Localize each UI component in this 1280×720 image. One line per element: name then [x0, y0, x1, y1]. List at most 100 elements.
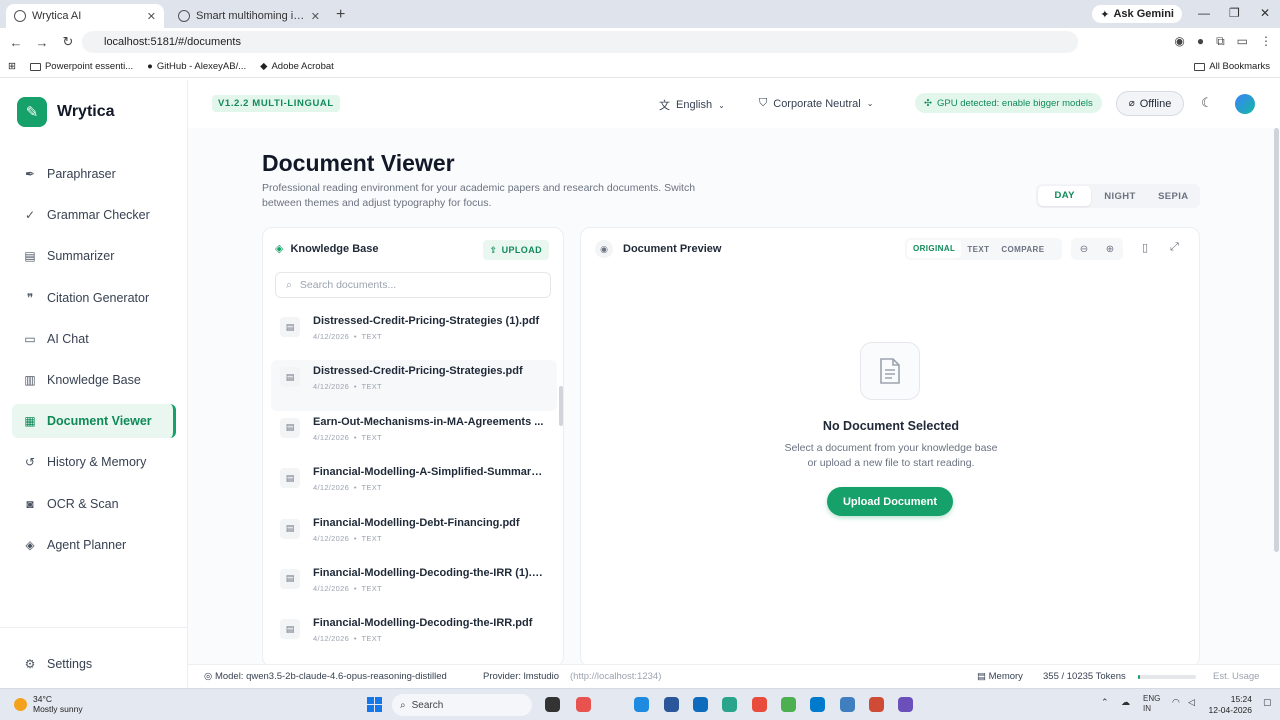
menu-icon[interactable]: ⋮ [1260, 34, 1272, 49]
url-field[interactable]: localhost:5181/#/documents [82, 31, 1078, 53]
forward-arrow-icon[interactable]: → [30, 35, 54, 50]
mode-compare-button[interactable]: COMPARE [995, 245, 1050, 254]
sidebar-item-document-viewer[interactable]: ▦ Document Viewer [12, 404, 176, 439]
sidebar-item-settings[interactable]: ⚙ Settings [12, 647, 176, 681]
globe-icon [14, 10, 26, 22]
bookmark-item[interactable]: ◆ Adobe Acrobat [260, 61, 334, 72]
memory-indicator[interactable]: ▤ Memory [977, 671, 1023, 682]
ask-gemini-button[interactable]: ✦ Ask Gemini [1092, 5, 1182, 23]
weather-widget[interactable]: 34°C Mostly sunny [14, 694, 83, 714]
volume-icon[interactable]: ◁ [1188, 697, 1195, 708]
app-icon[interactable] [898, 697, 913, 712]
sidebar-item-grammar-checker[interactable]: ✓ Grammar Checker [12, 198, 176, 232]
sidebar-item-paraphraser[interactable]: ✒ Paraphraser [12, 157, 176, 191]
close-icon[interactable]: ✕ [311, 10, 320, 23]
token-usage-bar [1138, 675, 1196, 679]
all-bookmarks[interactable]: All Bookmarks [1194, 61, 1270, 72]
edge-icon[interactable] [634, 697, 649, 712]
theme-sepia-button[interactable]: SEPIA [1147, 191, 1200, 202]
puzzle-icon[interactable]: ⧉ [1216, 34, 1225, 49]
cast-icon[interactable]: ▭ [1237, 34, 1248, 49]
extension-icon[interactable]: ● [1197, 34, 1204, 49]
bookmark-item[interactable]: Powerpoint essenti... [29, 61, 133, 72]
windows-start-icon[interactable] [367, 697, 382, 712]
cloud-icon[interactable]: ☁ [1121, 697, 1130, 708]
upload-document-button[interactable]: Upload Document [827, 487, 953, 516]
mode-original-button[interactable]: ORIGINAL [907, 240, 962, 258]
document-preview-panel: ◉ Document Preview ORIGINAL TEXT COMPARE… [580, 227, 1200, 667]
bookmark-item[interactable]: ● GitHub - AlexeyAB/... [147, 61, 246, 72]
page-scrollbar[interactable] [1274, 128, 1279, 552]
store-icon[interactable] [664, 697, 679, 712]
window-close-icon[interactable]: ✕ [1260, 6, 1270, 20]
reload-icon[interactable]: ↻ [56, 34, 80, 50]
document-list-scrollbar[interactable] [559, 386, 563, 426]
expand-icon[interactable]: ⤢ [1170, 241, 1179, 254]
document-list-item[interactable]: ▤ Financial-Modelling-Decoding-the-IRR (1… [271, 562, 557, 612]
close-icon[interactable]: ✕ [147, 10, 156, 23]
document-list-item[interactable]: ▤ Distressed-Credit-Pricing-Strategies.pd… [271, 360, 557, 411]
chrome-icon[interactable] [752, 697, 767, 712]
document-type: TEXT [361, 332, 382, 341]
theme-day-button[interactable]: DAY [1038, 186, 1092, 206]
sidebar-item-agent-planner[interactable]: ◈ Agent Planner [12, 528, 176, 562]
document-list-item[interactable]: ▤ Distressed-Credit-Pricing-Strategies (1… [271, 310, 557, 360]
moon-icon[interactable]: ☾ [1201, 95, 1213, 111]
sidebar-item-knowledge-base[interactable]: ▥ Knowledge Base [12, 363, 176, 397]
document-meta: 4/12/2026 • TEXT [313, 483, 382, 493]
outlook-icon[interactable] [693, 697, 708, 712]
document-list-item[interactable]: ▤ Financial-Modelling-Debt-Financing.pdf 4… [271, 512, 557, 562]
token-count: 355 / 10235 Tokens [1043, 671, 1126, 682]
avatar[interactable] [1235, 94, 1255, 114]
app-icon[interactable] [722, 697, 737, 712]
document-date: 4/12/2026 [313, 483, 350, 493]
browser-tab-multihoming[interactable]: Smart multihoming in smart sh ✕ [170, 4, 328, 28]
clipboard-icon[interactable]: ▯ [1142, 241, 1148, 254]
bookmark-label: GitHub - AlexeyAB/... [156, 61, 247, 72]
copilot-icon[interactable] [576, 697, 591, 712]
clock-time: 15:24 [1230, 694, 1252, 704]
zoom-in-icon[interactable]: ⊕ [1106, 244, 1114, 255]
notification-icon[interactable]: ▢ [1263, 697, 1272, 708]
extension-icon[interactable]: ◉ [1174, 34, 1184, 49]
browser-tab-wrytica[interactable]: Wrytica AI ✕ [6, 4, 164, 28]
theme-night-button[interactable]: NIGHT [1093, 191, 1146, 202]
tone-selector[interactable]: ⛉ Corporate Neutral ⌄ [759, 97, 873, 110]
offline-status-button[interactable]: ⌀ Offline [1116, 91, 1184, 116]
maximize-icon[interactable]: ❐ [1229, 6, 1240, 20]
wifi-icon[interactable]: ◠ [1172, 697, 1180, 708]
app-icon[interactable] [840, 697, 855, 712]
status-bar: ◎ Model: qwen3.5-2b-claude-4.6-opus-reas… [188, 664, 1280, 688]
search-input[interactable]: ⌕ Search documents... [275, 272, 551, 298]
sidebar-item-ocr-scan[interactable]: ◙ OCR & Scan [12, 487, 176, 521]
sidebar-item-ai-chat[interactable]: ▭ AI Chat [12, 322, 176, 356]
minimize-icon[interactable]: — [1198, 6, 1210, 20]
new-tab-button[interactable]: + [336, 6, 345, 24]
document-list-item[interactable]: ▤ Earn-Out-Mechanisms-in-MA-Agreements ..… [271, 411, 557, 461]
file-icon: ▤ [280, 619, 300, 640]
zoom-out-icon[interactable]: ⊖ [1080, 244, 1088, 255]
gpu-notice-badge[interactable]: ✣ GPU detected: enable bigger models [915, 93, 1102, 113]
sidebar-item-label: Grammar Checker [47, 208, 150, 223]
sidebar-item-summarizer[interactable]: ▤ Summarizer [12, 239, 176, 273]
vscode-icon[interactable] [810, 697, 825, 712]
search-icon: ⌕ [286, 278, 292, 291]
language-selector[interactable]: 文 English ⌄ [659, 97, 725, 113]
system-clock[interactable]: 15:24 12-04-2026 [1208, 694, 1252, 716]
sidebar-item-history-memory[interactable]: ↺ History & Memory [12, 445, 176, 479]
taskbar-search[interactable]: ⌕ Search [392, 694, 532, 716]
language-indicator[interactable]: ENG IN [1143, 694, 1160, 714]
upload-button[interactable]: ⇪ UPLOAD [482, 240, 549, 260]
app-icon[interactable] [869, 697, 884, 712]
mode-text-button[interactable]: TEXT [961, 245, 995, 254]
chevron-up-icon[interactable]: ⌃ [1101, 697, 1109, 708]
apps-grid-icon[interactable]: ⊞ [8, 61, 16, 72]
back-arrow-icon[interactable]: ← [4, 35, 28, 50]
chrome-profile-icon[interactable] [781, 697, 796, 712]
document-list-item[interactable]: ▤ Financial-Modelling-A-Simplified-Summar… [271, 461, 557, 511]
taskview-icon[interactable] [545, 697, 560, 712]
brand[interactable]: ✎ Wrytica [17, 97, 115, 127]
document-list-item[interactable]: ▤ Financial-Modelling-Decoding-the-IRR.pd… [271, 612, 557, 662]
sidebar-item-citation-generator[interactable]: ❞ Citation Generator [12, 281, 176, 315]
document-type: TEXT [361, 634, 382, 644]
